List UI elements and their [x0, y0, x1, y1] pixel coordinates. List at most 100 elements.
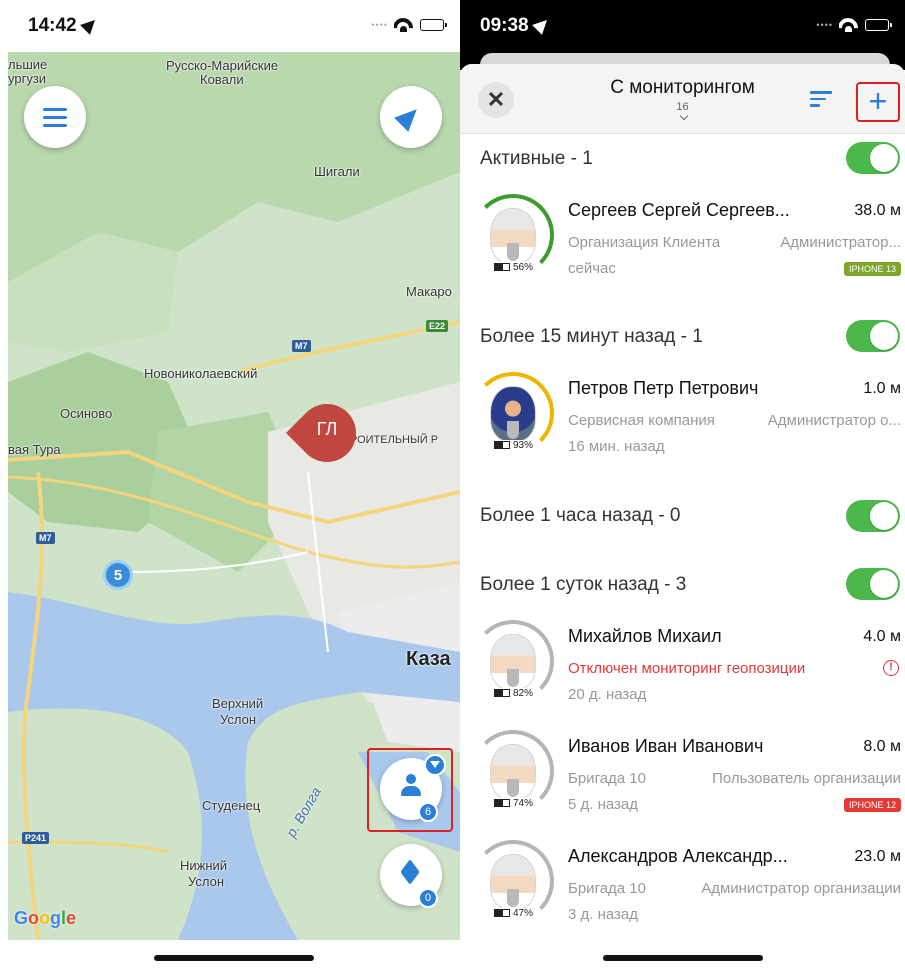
- contact-name: Александров Александр...: [568, 846, 788, 866]
- avatar-placeholder: [490, 744, 536, 800]
- warning-icon[interactable]: !: [883, 660, 899, 676]
- location-arrow-icon: [531, 15, 552, 35]
- monitoring-screen: 09:38 •••• ✕ С мониторингом 16 + Активны…: [460, 0, 905, 975]
- section-toggle[interactable]: [846, 320, 900, 352]
- avatar-placeholder: [490, 208, 536, 264]
- section-toggle[interactable]: [846, 568, 900, 600]
- section-header: Более 15 минут назад - 1: [480, 326, 703, 347]
- battery-icon: [865, 19, 892, 31]
- my-location-button[interactable]: [380, 86, 442, 148]
- road-sign: E22: [426, 320, 449, 332]
- contact-role: Администратор организации: [701, 880, 901, 897]
- person-icon: [400, 774, 422, 800]
- home-indicator: [460, 940, 905, 975]
- status-time: 09:38: [480, 15, 552, 37]
- battery-icon: [494, 441, 510, 449]
- road-sign: P241: [22, 832, 50, 844]
- contact-last-seen: 5 д. назад: [568, 796, 639, 813]
- battery-icon: [494, 689, 510, 697]
- user-pin-initials: ГЛ: [316, 419, 338, 439]
- contact-last-seen: сейчас: [568, 260, 616, 277]
- section-toggle[interactable]: [846, 142, 900, 174]
- people-count-badge: 6: [418, 802, 438, 822]
- avatar-placeholder: [490, 854, 536, 910]
- battery-indicator: 93%: [492, 440, 536, 451]
- contact-distance: 1.0 м: [863, 380, 901, 397]
- sort-button[interactable]: [810, 91, 832, 111]
- avatar-placeholder: [490, 634, 536, 690]
- home-indicator: [8, 940, 460, 975]
- battery-indicator: 74%: [492, 798, 536, 809]
- people-filter-button[interactable]: 6: [380, 754, 446, 822]
- sheet-header: ✕ С мониторингом 16 +: [460, 64, 905, 134]
- contact-row[interactable]: 93% Петров Петр Петрович 1.0 м Сервисная…: [460, 372, 905, 472]
- sheet-title[interactable]: С мониторингом: [460, 77, 905, 99]
- menu-button[interactable]: [24, 86, 86, 148]
- signal-dots-icon: ••••: [816, 20, 833, 30]
- geolocation-warning: Отключен мониторинг геопозиции: [568, 660, 806, 677]
- location-arrow-icon: [79, 15, 100, 35]
- contact-last-seen: 20 д. назад: [568, 686, 647, 703]
- device-tag: IPHONE 12: [843, 798, 901, 812]
- contact-organization: Организация Клиента: [568, 234, 721, 251]
- contact-distance: 38.0 м: [854, 202, 901, 219]
- contact-organization: Бригада 10: [568, 770, 646, 787]
- battery-indicator: 56%: [492, 262, 536, 273]
- contact-distance: 4.0 м: [863, 628, 901, 645]
- contact-distance: 23.0 м: [854, 848, 901, 865]
- map-label: Студенец: [202, 798, 261, 813]
- marker-cluster[interactable]: 5: [103, 560, 133, 590]
- contact-last-seen: 16 мин. назад: [568, 438, 665, 455]
- contact-name: Сергеев Сергей Сергеев...: [568, 200, 790, 220]
- contact-row[interactable]: 56% Сергеев Сергей Сергеев... 38.0 м Орг…: [460, 194, 905, 294]
- contact-row[interactable]: 47% Александров Александр... 23.0 м Бриг…: [460, 840, 905, 940]
- battery-indicator: 82%: [492, 688, 536, 699]
- status-icons: ••••: [816, 18, 892, 32]
- section-header: Активные - 1: [480, 148, 593, 169]
- map-label-kazan: Каза: [406, 648, 451, 670]
- google-logo: Google: [14, 908, 77, 928]
- layers-icon: [399, 862, 423, 886]
- battery-indicator: 47%: [492, 908, 536, 919]
- map-label: Услон: [220, 712, 257, 727]
- chevron-down-icon[interactable]: [679, 111, 689, 121]
- status-time: 14:42: [28, 15, 100, 37]
- contact-row[interactable]: 82% Михайлов Михаил 4.0 м Отключен монит…: [460, 620, 905, 720]
- avatar: 82%: [472, 620, 554, 702]
- contact-name: Петров Петр Петрович: [568, 378, 759, 398]
- section-header: Более 1 суток назад - 3: [480, 574, 687, 595]
- contact-name: Михайлов Михаил: [568, 626, 722, 646]
- contact-role: Администратор...: [780, 234, 901, 251]
- road-sign: M7: [292, 340, 311, 352]
- battery-icon: [494, 263, 510, 271]
- map-view[interactable]: льшие ургузи Русско-Марийские Ковали Шиг…: [8, 52, 460, 940]
- filter-icon: [424, 754, 446, 776]
- battery-icon: [494, 909, 510, 917]
- map-label: Новониколаевский: [144, 366, 258, 381]
- wifi-icon: [839, 18, 859, 32]
- section-toggle[interactable]: [846, 500, 900, 532]
- map-label: Услон: [188, 874, 225, 889]
- status-icons: ••••: [371, 18, 447, 32]
- contact-last-seen: 3 д. назад: [568, 906, 639, 923]
- contact-name: Иванов Иван Иванович: [568, 736, 764, 756]
- section-header: Более 1 часа назад - 0: [480, 505, 681, 526]
- signal-dots-icon: ••••: [371, 20, 388, 30]
- map-label: Макаро: [406, 284, 452, 299]
- layers-button[interactable]: 0: [380, 844, 442, 908]
- add-button[interactable]: +: [856, 82, 900, 122]
- map-label: льшие ургузи: [8, 57, 48, 86]
- layers-count-badge: 0: [418, 888, 438, 908]
- contact-role: Администратор о...: [767, 412, 901, 429]
- monitoring-sheet: ✕ С мониторингом 16 + Активные - 1 56% С…: [460, 64, 905, 975]
- map-label: Русско-Марийские: [166, 58, 279, 73]
- avatar: 56%: [472, 194, 554, 276]
- status-bar: 14:42 ••••: [8, 0, 460, 52]
- avatar: 93%: [472, 372, 554, 454]
- map-label: РОИТЕЛЬНЫЙ Р: [350, 434, 439, 446]
- contact-row[interactable]: 74% Иванов Иван Иванович 8.0 м Бригада 1…: [460, 730, 905, 830]
- avatar: 47%: [472, 840, 554, 922]
- map-screen: 14:42 •••• льшие ургузи Русско-Марийские…: [8, 0, 460, 975]
- sheet-count: 16: [676, 101, 689, 113]
- avatar: 74%: [472, 730, 554, 812]
